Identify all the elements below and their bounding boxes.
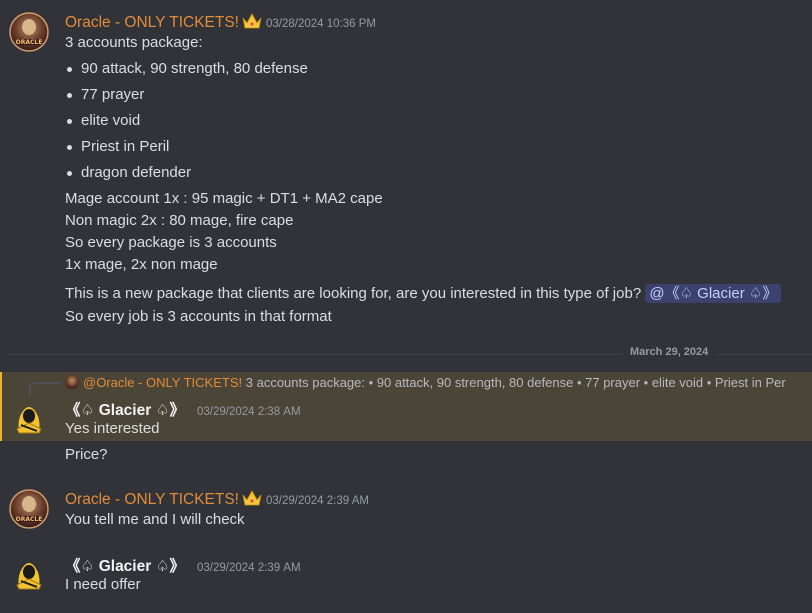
reply-mention[interactable]: @Oracle - ONLY TICKETS! bbox=[83, 375, 242, 390]
message-header: Oracle - ONLY TICKETS! 03/28/2024 10:36 P… bbox=[65, 12, 376, 34]
oracle-avatar[interactable]: ORACLE bbox=[9, 12, 49, 52]
message-header: 《♤ Glacier ♤》 03/29/2024 2:38 AM bbox=[65, 398, 301, 420]
highlight-bar bbox=[0, 372, 2, 441]
message-text: I need offer bbox=[65, 576, 141, 593]
question-text: This is a new package that clients are l… bbox=[65, 285, 642, 302]
message-text: You tell me and I will check bbox=[65, 511, 245, 528]
reply-avatar-icon bbox=[65, 375, 79, 389]
author-name[interactable]: Oracle - ONLY TICKETS! bbox=[65, 14, 239, 31]
bullet-dot bbox=[67, 145, 72, 150]
message-text: 3 accounts package: bbox=[65, 34, 203, 51]
svg-text:ORACLE: ORACLE bbox=[16, 39, 43, 46]
message-text: Price? bbox=[65, 446, 108, 463]
message-text: So every job is 3 accounts in that forma… bbox=[65, 308, 332, 325]
message-header: 《♤ Glacier ♤》 03/29/2024 2:39 AM bbox=[65, 554, 301, 576]
list-item: Priest in Peril bbox=[81, 138, 170, 155]
list-item: dragon defender bbox=[81, 164, 192, 181]
timestamp: 03/29/2024 2:38 AM bbox=[196, 406, 301, 418]
oracle-avatar[interactable]: ORACLE bbox=[9, 489, 49, 529]
date-divider-label: March 29, 2024 bbox=[622, 346, 717, 358]
svg-text:ORACLE: ORACLE bbox=[16, 516, 43, 523]
message-text: Non magic 2x : 80 mage, fire cape bbox=[65, 212, 294, 229]
bullet-dot bbox=[67, 67, 72, 72]
message-text: Mage account 1x : 95 magic + DT1 + MA2 c… bbox=[65, 190, 383, 207]
message-header: Oracle - ONLY TICKETS! 03/29/2024 2:39 AM bbox=[65, 489, 369, 511]
bullet-dot bbox=[67, 93, 72, 98]
message-text: This is a new package that clients are l… bbox=[65, 282, 782, 303]
list-item: elite void bbox=[81, 112, 141, 129]
timestamp: 03/28/2024 10:36 PM bbox=[266, 18, 376, 30]
bullet-dot bbox=[67, 171, 72, 176]
author-name[interactable]: 《♤ Glacier ♤》 bbox=[65, 402, 185, 419]
user-mention[interactable]: @《♤ Glacier ♤》 bbox=[645, 284, 782, 303]
list-item: 90 attack, 90 strength, 80 defense bbox=[81, 60, 308, 77]
reply-text: 3 accounts package: • 90 attack, 90 stre… bbox=[245, 375, 786, 390]
message-text: So every package is 3 accounts bbox=[65, 234, 277, 251]
glacier-avatar[interactable] bbox=[9, 397, 49, 437]
timestamp: 03/29/2024 2:39 AM bbox=[266, 495, 369, 507]
crown-icon bbox=[242, 12, 262, 34]
timestamp: 03/29/2024 2:39 AM bbox=[196, 562, 301, 574]
message-text: Yes interested bbox=[65, 420, 160, 437]
glacier-avatar[interactable] bbox=[9, 553, 49, 593]
crown-icon bbox=[242, 489, 262, 511]
message-text: 1x mage, 2x non mage bbox=[65, 256, 218, 273]
author-name[interactable]: Oracle - ONLY TICKETS! bbox=[65, 491, 239, 508]
author-name[interactable]: 《♤ Glacier ♤》 bbox=[65, 558, 185, 575]
bullet-dot bbox=[67, 119, 72, 124]
list-item: 77 prayer bbox=[81, 86, 145, 103]
reply-connector bbox=[29, 382, 61, 396]
reply-preview[interactable]: @Oracle - ONLY TICKETS! 3 accounts packa… bbox=[65, 375, 786, 390]
